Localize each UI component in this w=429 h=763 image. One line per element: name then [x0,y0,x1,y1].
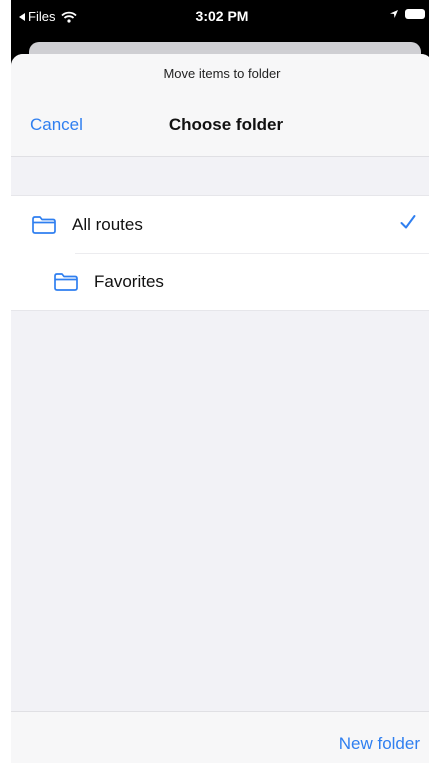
sheet-footer: New folder [11,711,429,763]
folder-row-all-routes[interactable]: All routes [11,196,429,253]
folder-icon [31,215,57,235]
new-folder-button[interactable]: New folder [339,734,420,754]
folder-label: All routes [72,214,143,234]
folder-row-favorites[interactable]: Favorites [11,253,429,310]
checkmark-icon [399,213,417,236]
choose-folder-sheet: Move items to folder Cancel Choose folde… [11,54,429,763]
location-arrow-icon [390,10,398,18]
folder-list: All routes Favorites [11,195,429,311]
sheet-subtitle: Move items to folder [163,66,281,81]
status-time: 3:02 PM [195,8,249,24]
folder-label: Favorites [94,271,164,291]
battery-icon [405,9,425,19]
sheet-header: Move items to folder Cancel Choose folde… [11,54,429,157]
page-title: Choose folder [168,115,284,134]
folder-icon [53,272,79,292]
status-indicators [389,9,425,19]
phone-screen: Files 3:02 PM Move items to folder Cance… [11,0,429,763]
status-bar: Files 3:02 PM [11,0,429,32]
